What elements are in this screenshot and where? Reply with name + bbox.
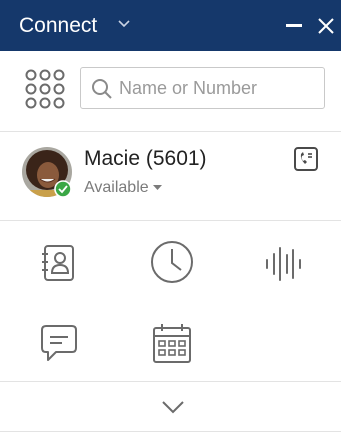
search-icon [91,78,113,100]
avatar[interactable] [21,146,73,198]
apps-grid-icon [25,69,65,109]
check-badge-icon [54,180,72,198]
voicemail-phone-icon [294,147,318,171]
title-bar: Connect [0,0,341,51]
divider [0,131,341,132]
history-button[interactable] [148,238,196,286]
caret-down-icon [152,184,162,191]
contacts-book-icon [42,245,74,281]
presence-status: Available [84,179,149,196]
chat-button[interactable] [36,320,84,368]
close-icon [318,18,334,34]
search-box[interactable] [80,67,325,109]
chat-bubble-icon [41,325,77,361]
apps-grid-button[interactable] [24,68,66,110]
user-name: Macie (5601) [84,147,207,170]
presence-dropdown[interactable]: Available [84,178,162,198]
app-title: Connect [19,14,98,37]
divider [0,431,341,432]
audio-waveform-icon [266,247,301,281]
close-button[interactable] [315,15,337,37]
divider [0,381,341,382]
minimize-button[interactable] [286,24,302,27]
calendar-icon [153,324,191,363]
expand-button[interactable] [158,392,188,422]
clock-icon [151,241,193,283]
divider [0,220,341,221]
chevron-down-icon[interactable] [117,19,131,29]
voice-button[interactable] [260,240,308,288]
calendar-button[interactable] [148,320,196,368]
contacts-button[interactable] [36,240,84,288]
chevron-down-icon [162,401,184,414]
search-input[interactable] [119,76,319,100]
voicemail-button[interactable] [293,146,319,172]
